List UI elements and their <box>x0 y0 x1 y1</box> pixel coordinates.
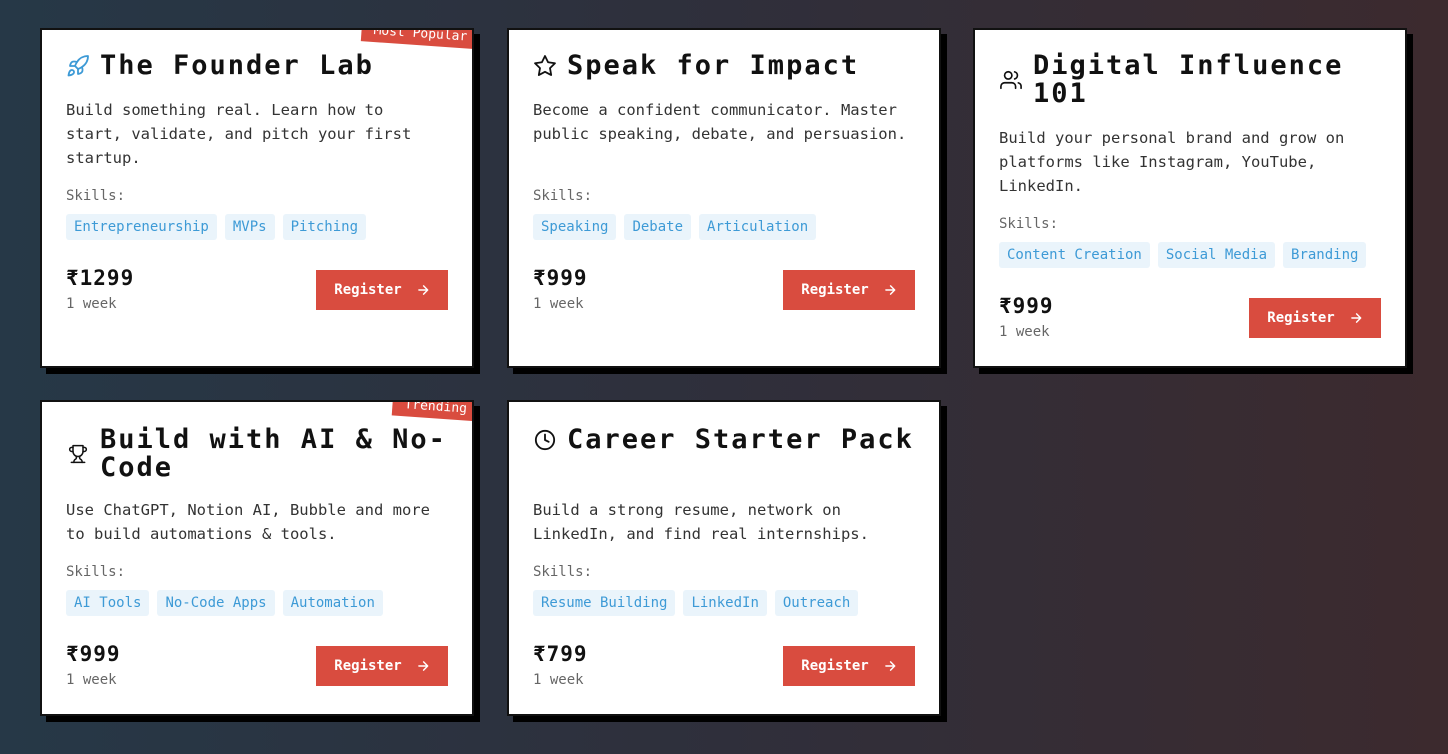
skill-tag: Social Media <box>1157 242 1276 268</box>
course-description: Use ChatGPT, Notion AI, Bubble and more … <box>66 501 430 543</box>
course-title: Speak for Impact <box>567 50 860 81</box>
skill-tag: Speaking <box>533 214 617 240</box>
course-duration: 1 week <box>999 324 1050 340</box>
skill-tag: MVPs <box>224 214 275 240</box>
trending-badge: Trending <box>392 402 472 421</box>
skill-tag: Resume Building <box>533 590 676 616</box>
skill-tag: Entrepreneurship <box>66 214 217 240</box>
skill-tag: Branding <box>1283 242 1367 268</box>
star-icon <box>533 54 557 78</box>
skills-label: Skills: <box>533 564 593 580</box>
course-price: ₹999 <box>999 294 1054 318</box>
skill-tag: No-Code Apps <box>157 590 275 616</box>
course-price: ₹999 <box>533 266 588 290</box>
skill-tag: Articulation <box>699 214 817 240</box>
register-button[interactable]: Register <box>783 270 915 310</box>
course-duration: 1 week <box>533 296 584 312</box>
skill-tags: Speaking Debate Articulation <box>533 214 817 240</box>
users-icon <box>999 68 1023 92</box>
skill-tag: Debate <box>624 214 692 240</box>
skill-tag: Outreach <box>774 590 859 616</box>
card-header: Build with AI & No-Code <box>66 426 452 482</box>
register-label: Register <box>334 658 402 674</box>
skills-label: Skills: <box>533 188 593 204</box>
skill-tags: Content Creation Social Media Branding <box>999 242 1367 268</box>
skill-tag: Pitching <box>282 214 367 240</box>
course-duration: 1 week <box>533 672 584 688</box>
skills-label: Skills: <box>66 188 126 204</box>
arrow-right-icon <box>1349 311 1363 325</box>
course-title: The Founder Lab <box>100 50 374 81</box>
skill-tag: LinkedIn <box>683 590 767 616</box>
course-title: Build with AI & No-Code <box>100 424 447 483</box>
course-card-build-with-ai: Trending Build with AI & No-Code Use Cha… <box>40 400 474 716</box>
register-label: Register <box>334 282 402 298</box>
skill-tags: Entrepreneurship MVPs Pitching <box>66 214 367 240</box>
skill-tag: AI Tools <box>66 590 150 616</box>
course-card-career-starter: Career Starter Pack Build a strong resum… <box>507 400 941 716</box>
skills-label: Skills: <box>999 216 1059 232</box>
course-description: Become a confident communicator. Master … <box>533 101 907 143</box>
trophy-icon <box>66 442 90 466</box>
course-description: Build a strong resume, network on Linked… <box>533 501 869 543</box>
course-card-digital-influence: Digital Influence 101 Build your persona… <box>973 28 1407 368</box>
card-header: Speak for Impact <box>533 52 919 80</box>
arrow-right-icon <box>883 283 897 297</box>
register-label: Register <box>801 282 869 298</box>
skills-label: Skills: <box>66 564 126 580</box>
register-button[interactable]: Register <box>783 646 915 686</box>
register-button[interactable]: Register <box>316 270 448 310</box>
course-card-speak-for-impact: Speak for Impact Become a confident comm… <box>507 28 941 368</box>
course-description: Build your personal brand and grow on pl… <box>999 129 1345 195</box>
skill-tag: Content Creation <box>999 242 1150 268</box>
most-popular-badge: Most Popular <box>360 30 472 49</box>
course-price: ₹799 <box>533 642 588 666</box>
course-title: Digital Influence 101 <box>1033 50 1344 109</box>
course-description: Build something real. Learn how to start… <box>66 101 412 167</box>
register-button[interactable]: Register <box>316 646 448 686</box>
register-label: Register <box>1267 310 1335 326</box>
card-header: The Founder Lab <box>66 52 452 80</box>
skill-tags: Resume Building LinkedIn Outreach <box>533 590 859 616</box>
course-price: ₹999 <box>66 642 121 666</box>
register-label: Register <box>801 658 869 674</box>
course-duration: 1 week <box>66 672 117 688</box>
arrow-right-icon <box>883 659 897 673</box>
card-header: Digital Influence 101 <box>999 52 1385 108</box>
skill-tag: Automation <box>282 590 383 616</box>
course-card-founder-lab: Most Popular The Founder Lab Build somet… <box>40 28 474 368</box>
card-header: Career Starter Pack <box>533 426 919 454</box>
rocket-icon <box>66 54 90 78</box>
course-price: ₹1299 <box>66 266 135 290</box>
register-button[interactable]: Register <box>1249 298 1381 338</box>
course-duration: 1 week <box>66 296 117 312</box>
arrow-right-icon <box>416 283 430 297</box>
course-title: Career Starter Pack <box>567 424 914 455</box>
clock-icon <box>533 428 557 452</box>
skill-tags: AI Tools No-Code Apps Automation <box>66 590 383 616</box>
arrow-right-icon <box>416 659 430 673</box>
